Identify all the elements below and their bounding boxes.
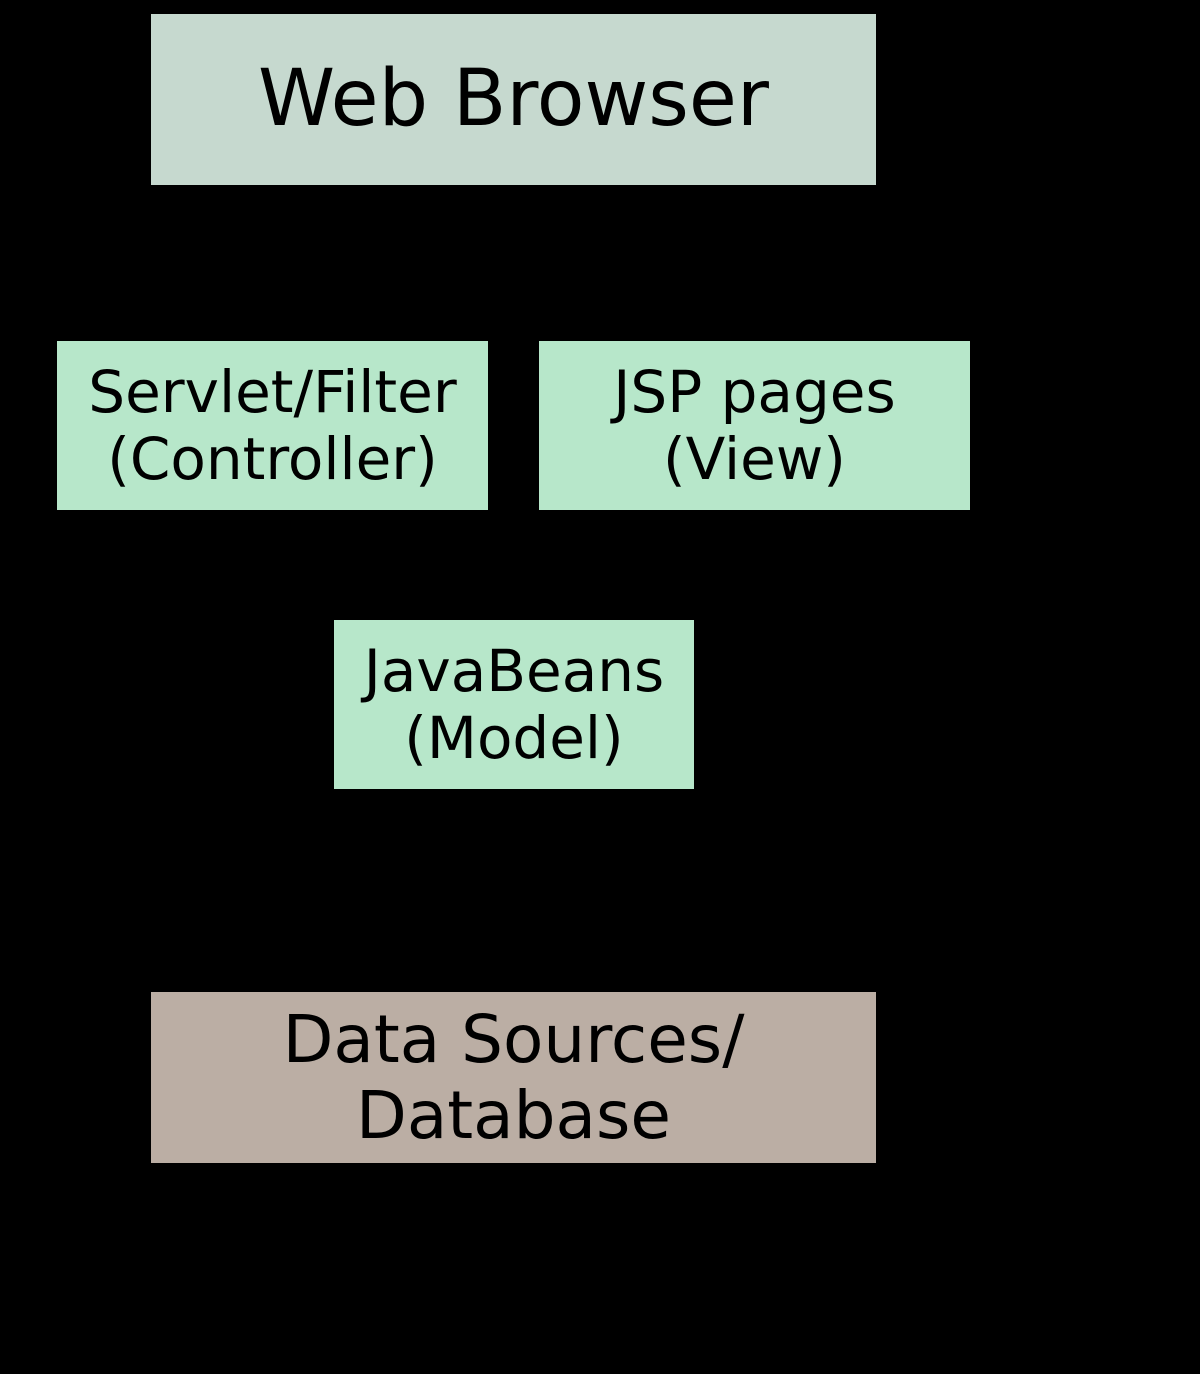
edge-label-4: 4 — [690, 555, 724, 618]
node-controller-label: Servlet/Filter (Controller) — [88, 359, 456, 492]
edge-controller-to-model — [310, 516, 430, 610]
node-controller: Servlet/Filter (Controller) — [54, 338, 491, 513]
edge-label-3: 3 — [496, 358, 530, 421]
node-model: JavaBeans (Model) — [331, 617, 697, 792]
node-view-label: JSP pages (View) — [613, 359, 895, 492]
mvc-architecture-diagram: 1 5 3 2 4 Web Browser Servlet/Filter (Co… — [0, 0, 1200, 1374]
node-view: JSP pages (View) — [536, 338, 973, 513]
node-web-browser-label: Web Browser — [258, 55, 769, 145]
edge-label-1: 1 — [300, 230, 334, 293]
node-web-browser: Web Browser — [148, 11, 879, 188]
edge-label-2: 2 — [310, 550, 344, 613]
node-database: Data Sources/ Database — [148, 989, 879, 1166]
node-model-label: JavaBeans (Model) — [364, 638, 665, 771]
edge-model-to-view — [602, 520, 718, 610]
edge-label-5: 5 — [783, 230, 817, 293]
node-database-label: Data Sources/ Database — [283, 1002, 745, 1154]
